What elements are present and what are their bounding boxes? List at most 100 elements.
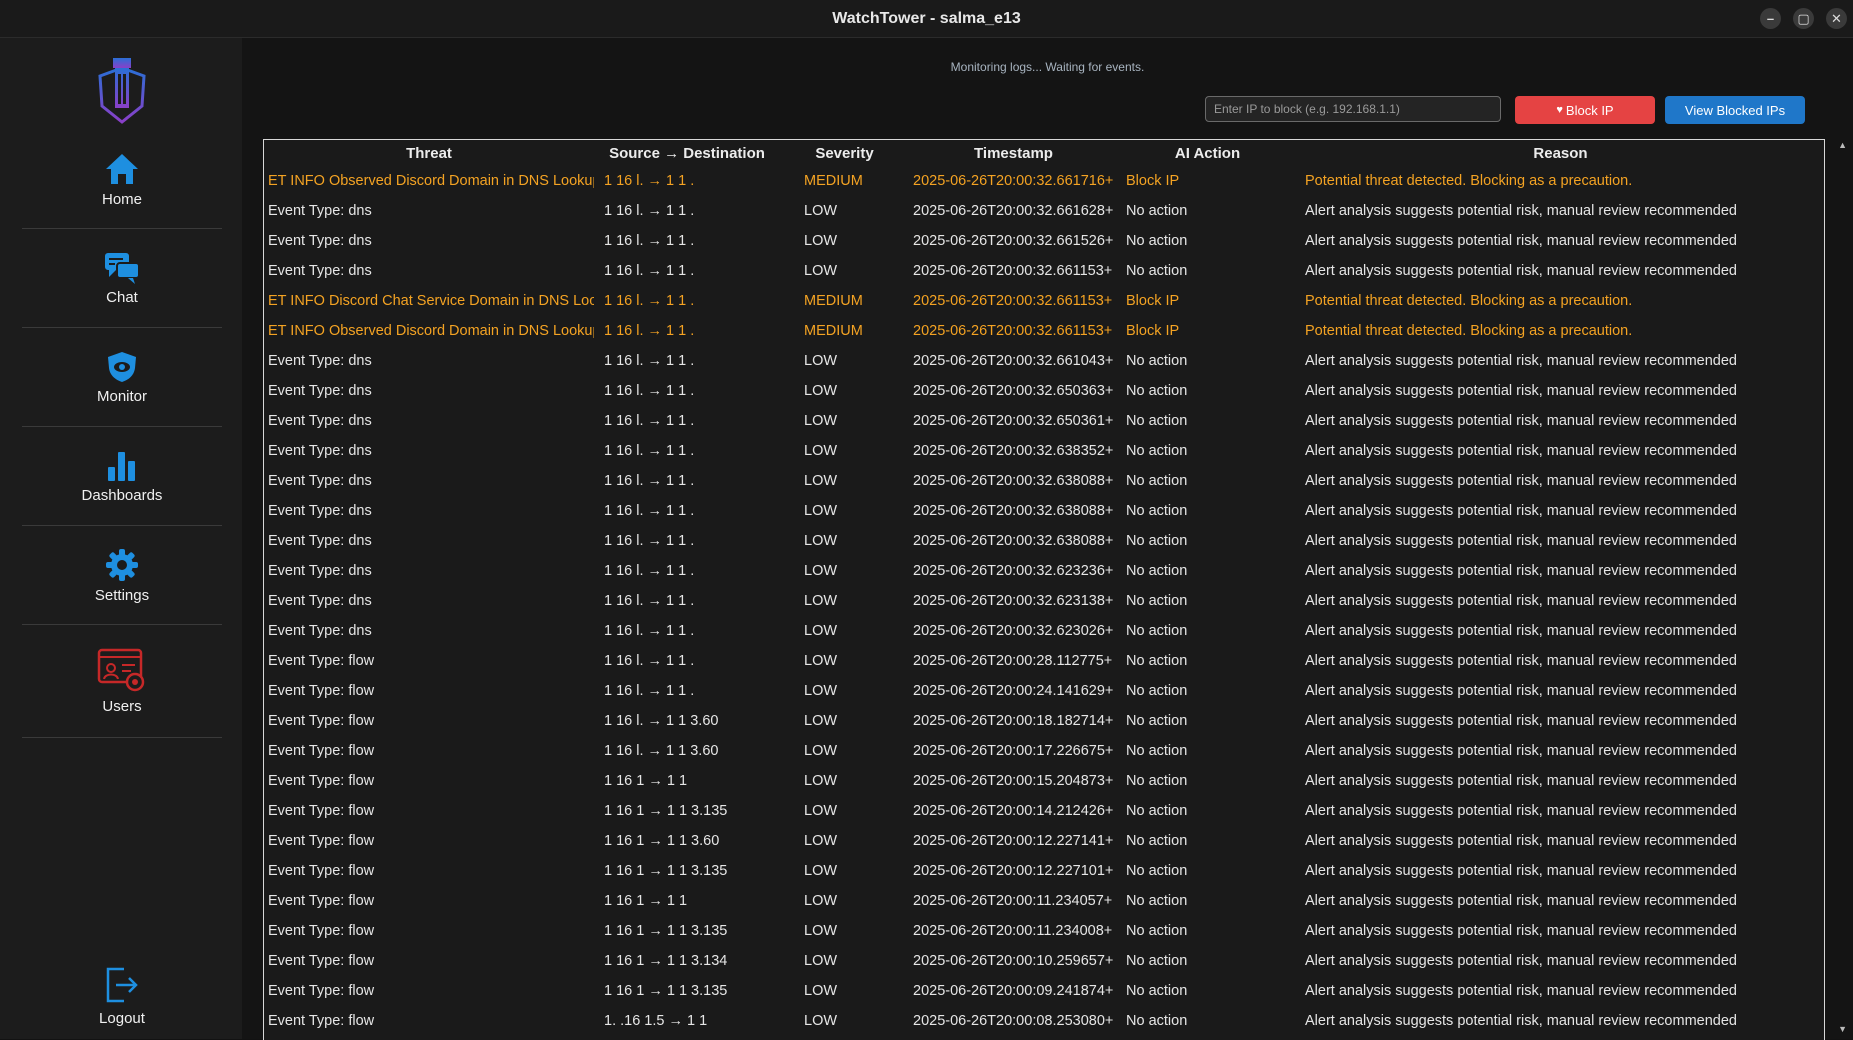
cell-severity: LOW [804,533,838,549]
cell-timestamp: 2025-06-26T20:00:32.650363+ [913,383,1114,399]
cell-severity: LOW [804,383,838,399]
table-row[interactable]: Event Type: dns 1 16 l. → 1 1 . LOW 2025-06… [264,556,1824,586]
cell-ai-action: No action [1126,443,1188,459]
close-button[interactable]: ✕ [1826,8,1847,29]
table-row[interactable]: Event Type: flow 1 16 l. → 1 1 3.60 LOW 202… [264,706,1824,736]
cell-severity: LOW [804,983,838,999]
table-row[interactable]: Event Type: flow 1 16 1 → 1 1 LOW 2025-06-2… [264,766,1824,796]
cell-severity: LOW [804,263,838,279]
cell-severity: LOW [804,953,838,969]
sidebar-item-dashboards[interactable]: Dashboards [22,427,222,526]
cell-threat: Event Type: dns [268,383,372,399]
cell-reason: Alert analysis suggests potential risk, … [1305,563,1737,579]
cell-reason: Alert analysis suggests potential risk, … [1305,953,1737,969]
cell-source-destination: 1 16 l. → 1 1 . [604,593,695,609]
cell-reason: Potential threat detected. Blocking as a… [1305,323,1633,339]
table-row[interactable]: Event Type: flow 1 16 l. → 1 1 3.60 LOW 202… [264,736,1824,766]
sidebar-item-chat[interactable]: Chat [22,229,222,328]
cell-source-destination: 1 16 l. → 1 1 . [604,323,695,339]
table-row[interactable]: Event Type: flow 1 16 1 → 1 1 3.135 LOW 202… [264,916,1824,946]
logout-button[interactable]: Logout [22,956,222,1036]
window-title: WatchTower - salma_e13 [832,9,1021,27]
cell-threat: Event Type: dns [268,263,372,279]
table-row[interactable]: Event Type: dns 1 16 l. → 1 1 . LOW 2025-06… [264,466,1824,496]
table-row[interactable]: Event Type: dns 1 16 l. → 1 1 . LOW 2025-06… [264,436,1824,466]
sidebar-item-label: Users [102,697,142,715]
table-row[interactable]: Event Type: dns 1 16 l. → 1 1 . LOW 2025-06… [264,196,1824,226]
table-row[interactable]: Event Type: flow 1 16 1 → 1 1 3.60 LOW 2025… [264,826,1824,856]
table-row[interactable]: Event Type: flow 1 16 1 → 1 1 3.134 LOW 202… [264,946,1824,976]
cell-reason: Alert analysis suggests potential risk, … [1305,713,1737,729]
table-row[interactable]: Event Type: dns 1 16 l. → 1 1 . LOW 2025-06… [264,406,1824,436]
shield-eye-icon [108,351,136,382]
cell-severity: LOW [804,803,838,819]
table-row[interactable]: ET INFO Observed Discord Domain in DNS L… [264,316,1824,346]
cell-ai-action: No action [1126,233,1188,249]
table-row[interactable]: Event Type: flow 1 16 1 → 1 1 LOW 2025-06-2… [264,886,1824,916]
cell-severity: LOW [804,353,838,369]
minimize-button[interactable]: – [1760,8,1781,29]
column-header-reason[interactable]: Reason [1297,140,1824,166]
block-ip-label: Block IP [1565,102,1614,118]
cell-threat: Event Type: flow [268,773,375,789]
cell-timestamp: 2025-06-26T20:00:08.253080+ [913,1013,1114,1029]
users-admin-icon [97,648,145,691]
bar-chart-icon [108,451,135,481]
cell-ai-action: No action [1126,1013,1188,1029]
cell-timestamp: 2025-06-26T20:00:32.661153+ [913,263,1113,279]
table-row[interactable]: Event Type: dns 1 16 l. → 1 1 . LOW 2025-06… [264,616,1824,646]
table-row[interactable]: Event Type: dns 1 16 l. → 1 1 . LOW 2025-06… [264,586,1824,616]
table-row[interactable]: Event Type: dns 1 16 l. → 1 1 . LOW 2025-06… [264,496,1824,526]
cell-threat: Event Type: flow [268,893,375,909]
sidebar-item-settings[interactable]: Settings [22,526,222,625]
table-row[interactable]: Event Type: flow 1 16 1 → 1 1 3.135 LOW 202… [264,796,1824,826]
cell-source-destination: 1 16 l. → 1 1 . [604,443,695,459]
window-controls: – ▢ ✕ [1760,8,1847,29]
table-row[interactable]: Event Type: dns 1 16 l. → 1 1 . LOW 2025-06… [264,346,1824,376]
cell-threat: Event Type: dns [268,593,372,609]
cell-timestamp: 2025-06-26T20:00:32.623236+ [913,563,1114,579]
chat-icon [105,252,140,284]
scroll-down-arrow-icon[interactable]: ▼ [1838,1024,1847,1034]
column-header-timestamp[interactable]: Timestamp [909,140,1118,166]
view-blocked-ips-button[interactable]: View Blocked IPs [1665,96,1805,124]
cell-reason: Alert analysis suggests potential risk, … [1305,773,1737,789]
column-header-ai-action[interactable]: AI Action [1118,140,1297,166]
table-row[interactable]: Event Type: flow 1 16 l. → 1 1 . LOW 2025-0… [264,646,1824,676]
table-row[interactable]: Event Type: dns 1 16 l. → 1 1 . LOW 2025-06… [264,256,1824,286]
sidebar-item-home[interactable]: Home [22,130,222,229]
cell-source-destination: 1 16 l. → 1 1 3.60 [604,743,719,759]
sidebar-item-monitor[interactable]: Monitor [22,328,222,427]
column-header-threat[interactable]: Threat [264,140,594,166]
sidebar-item-users[interactable]: Users [22,625,222,738]
cell-source-destination: 1 16 1 → 1 1 3.135 [604,863,728,879]
cell-reason: Alert analysis suggests potential risk, … [1305,383,1737,399]
table-row[interactable]: Event Type: dns 1 16 l. → 1 1 . LOW 2025-06… [264,376,1824,406]
table-row[interactable]: Event Type: dns 1 16 l. → 1 1 . LOW 2025-06… [264,226,1824,256]
table-row[interactable]: ET INFO Observed Discord Domain in DNS L… [264,166,1824,196]
table-row[interactable]: ET INFO Discord Chat Service Domain in D… [264,286,1824,316]
table-row[interactable]: Event Type: flow 1 16 1 → 1 1 3.135 LOW 202… [264,856,1824,886]
cell-reason: Alert analysis suggests potential risk, … [1305,233,1737,249]
cell-threat: Event Type: flow [268,923,375,939]
block-ip-input[interactable] [1205,96,1501,122]
scroll-up-arrow-icon[interactable]: ▲ [1838,140,1847,150]
cell-threat: Event Type: flow [268,713,375,729]
cell-ai-action: No action [1126,893,1188,909]
cell-ai-action: Block IP [1126,323,1180,339]
cell-severity: LOW [804,563,838,579]
column-header-source-destination[interactable]: Source → Destination [594,140,780,166]
cell-severity: LOW [804,743,838,759]
maximize-button[interactable]: ▢ [1793,8,1814,29]
table-row[interactable]: Event Type: flow 1 16 l. → 1 1 . LOW 2025-0… [264,676,1824,706]
cell-timestamp: 2025-06-26T20:00:17.226675+ [913,743,1114,759]
cell-timestamp: 2025-06-26T20:00:32.623138+ [913,593,1114,609]
table-row[interactable]: Event Type: flow 1. .16 1.5 → 1 1 LOW 2025-… [264,1006,1824,1036]
block-ip-button[interactable]: ♥ Block IP [1515,96,1655,124]
shield-icon: ♥ [1556,104,1563,116]
table-row[interactable]: Event Type: flow 1 16 1 → 1 1 3.135 LOW 202… [264,976,1824,1006]
table-row[interactable]: Event Type: dns 1 16 l. → 1 1 . LOW 2025-06… [264,526,1824,556]
column-header-severity[interactable]: Severity [780,140,909,166]
cell-timestamp: 2025-06-26T20:00:14.212426+ [913,803,1114,819]
cell-threat: Event Type: dns [268,443,372,459]
